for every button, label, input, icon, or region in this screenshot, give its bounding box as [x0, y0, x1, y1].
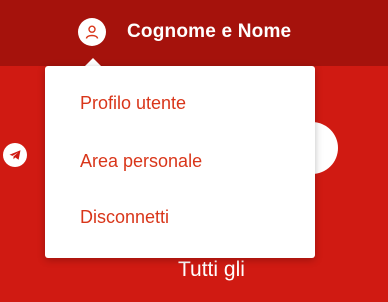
menu-item-area-personale[interactable]: Area personale — [80, 151, 202, 172]
user-icon — [78, 18, 106, 46]
user-dropdown-menu: Profilo utente Area personale Disconnett… — [45, 66, 315, 258]
telegram-icon[interactable] — [3, 143, 27, 167]
menu-item-profilo-utente[interactable]: Profilo utente — [80, 93, 186, 114]
top-header-bar: Cognome e Nome — [0, 0, 388, 66]
section-heading-partial: Tutti gli — [178, 258, 245, 281]
user-menu-toggle[interactable]: Cognome e Nome — [78, 17, 291, 47]
menu-item-disconnetti[interactable]: Disconnetti — [80, 207, 169, 228]
user-name[interactable]: Cognome e Nome — [127, 21, 291, 43]
